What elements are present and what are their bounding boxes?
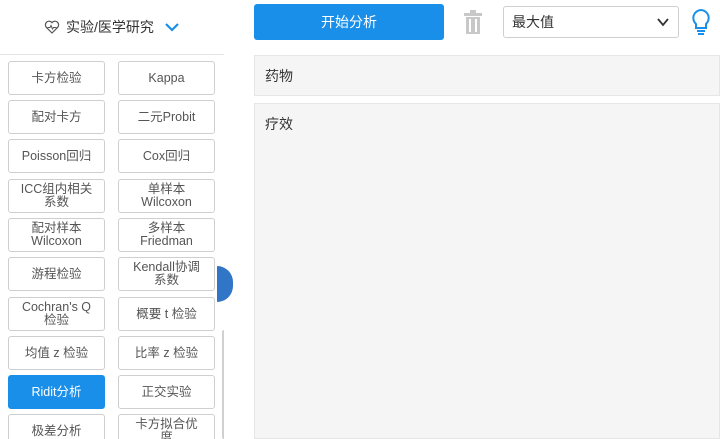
method-button[interactable]: Cochran's Q 检验 [8,297,105,331]
method-button[interactable]: Cox回归 [118,139,215,173]
aggregate-select[interactable]: 最大值 [503,6,679,38]
method-button[interactable]: 单样本 Wilcoxon [118,179,215,213]
method-button[interactable]: 多样本 Friedman [118,218,215,252]
method-button[interactable]: 均值 z 检验 [8,336,105,370]
sidebar-collapse-handle[interactable] [217,266,233,302]
method-button[interactable]: Kendall协调 系数 [118,257,215,291]
method-button[interactable]: 游程检验 [8,257,105,291]
trash-icon[interactable] [462,9,484,35]
method-button[interactable]: 极差分析 [8,414,105,439]
method-button[interactable]: 卡方检验 [8,61,105,95]
method-button[interactable]: Ridit分析 [8,375,105,409]
effect-label: 疗效 [265,116,293,132]
method-button[interactable]: 配对样本 Wilcoxon [8,218,105,252]
effect-variable-box[interactable]: 疗效 [254,103,720,439]
drug-variable-box[interactable]: 药物 [254,55,720,96]
method-button[interactable]: 正交实验 [118,375,215,409]
start-analysis-button[interactable]: 开始分析 [254,4,444,40]
method-button[interactable]: 比率 z 检验 [118,336,215,370]
aggregate-select-value: 最大值 [512,14,554,30]
method-button[interactable]: 二元Probit [118,100,215,134]
drug-label: 药物 [265,68,293,84]
method-button[interactable]: 概要 t 检验 [118,297,215,331]
method-button[interactable]: 配对卡方 [8,100,105,134]
method-button[interactable]: 卡方拟合优 度 [118,414,215,439]
heart-pulse-icon [44,20,60,34]
analysis-area: 开始分析 最大值 药物 疗效 [240,0,720,439]
sidebar-scrollbar[interactable] [222,330,224,439]
method-button[interactable]: Kappa [118,61,215,95]
category-header[interactable]: 实验/医学研究 [0,0,224,55]
method-sidebar: 实验/医学研究 卡方检验 Kappa 配对卡方 二元Probit Poisson回归 Co… [0,0,224,439]
chevron-down-icon[interactable] [164,19,180,35]
chevron-down-icon [657,18,669,27]
method-button[interactable]: ICC组内相关 系数 [8,179,105,213]
method-button[interactable]: Poisson回归 [8,139,105,173]
lightbulb-icon[interactable] [690,8,712,36]
category-label: 实验/医学研究 [66,19,154,35]
